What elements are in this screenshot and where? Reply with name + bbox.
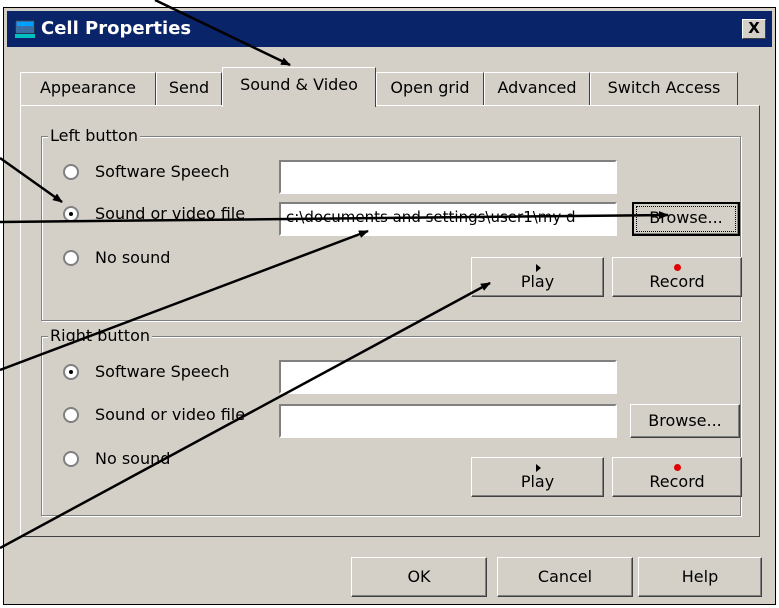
left-record-button[interactable]: Record bbox=[612, 257, 742, 297]
record-icon bbox=[674, 264, 681, 271]
app-icon bbox=[15, 20, 35, 38]
tab-open-grid[interactable]: Open grid bbox=[376, 72, 484, 105]
left-radio-software-speech-circle[interactable] bbox=[63, 164, 79, 180]
left-radio-no-sound-circle[interactable] bbox=[63, 250, 79, 266]
right-radio-software-speech-circle[interactable] bbox=[63, 364, 79, 380]
left-speech-input[interactable] bbox=[279, 160, 617, 194]
title-bar[interactable]: Cell Properties X bbox=[7, 11, 772, 47]
right-no-sound-label: No sound bbox=[95, 449, 171, 468]
right-software-speech-label: Software Speech bbox=[95, 362, 230, 381]
right-sound-file-label: Sound or video file bbox=[95, 405, 246, 424]
right-button-legend: Right button bbox=[48, 326, 152, 345]
left-button-group: Left button Software Speech Sound or vid… bbox=[41, 126, 742, 321]
left-no-sound-label: No sound bbox=[95, 248, 171, 267]
record-icon bbox=[674, 464, 681, 471]
tab-advanced[interactable]: Advanced bbox=[484, 72, 590, 105]
ok-button[interactable]: OK bbox=[351, 557, 487, 597]
left-button-legend: Left button bbox=[48, 126, 140, 145]
right-record-button[interactable]: Record bbox=[612, 457, 742, 497]
tab-send[interactable]: Send bbox=[156, 72, 222, 105]
right-play-button[interactable]: Play bbox=[471, 457, 604, 497]
left-software-speech-label: Software Speech bbox=[95, 162, 230, 181]
cell-properties-dialog: Cell Properties X Appearance Send Sound … bbox=[3, 7, 776, 605]
window-title: Cell Properties bbox=[41, 18, 192, 39]
close-button[interactable]: X bbox=[742, 19, 766, 39]
help-button[interactable]: Help bbox=[638, 557, 762, 597]
sound-video-panel: Left button Software Speech Sound or vid… bbox=[20, 105, 760, 537]
right-button-group: Right button Software Speech Sound or vi… bbox=[41, 326, 742, 516]
play-icon bbox=[535, 464, 541, 472]
tab-switch-access[interactable]: Switch Access bbox=[590, 72, 738, 105]
left-play-label: Play bbox=[520, 272, 555, 291]
left-radio-sound-file-circle[interactable] bbox=[63, 206, 79, 222]
left-play-button[interactable]: Play bbox=[471, 257, 604, 297]
right-play-label: Play bbox=[520, 472, 555, 491]
cancel-button[interactable]: Cancel bbox=[497, 557, 633, 597]
right-record-label: Record bbox=[649, 472, 705, 491]
right-radio-sound-file-circle[interactable] bbox=[63, 407, 79, 423]
left-record-label: Record bbox=[649, 272, 705, 291]
play-icon bbox=[535, 264, 541, 272]
left-file-path-input[interactable]: c:\documents and settings\user1\my d bbox=[279, 202, 617, 236]
left-browse-button[interactable]: Browse... bbox=[632, 202, 740, 236]
tab-sound-video[interactable]: Sound & Video bbox=[222, 67, 376, 107]
right-file-path-input[interactable] bbox=[279, 404, 617, 438]
right-browse-button[interactable]: Browse... bbox=[630, 404, 740, 438]
right-radio-no-sound-circle[interactable] bbox=[63, 451, 79, 467]
left-sound-file-label: Sound or video file bbox=[95, 204, 246, 223]
tab-appearance[interactable]: Appearance bbox=[20, 72, 156, 105]
right-speech-input[interactable] bbox=[279, 360, 617, 394]
